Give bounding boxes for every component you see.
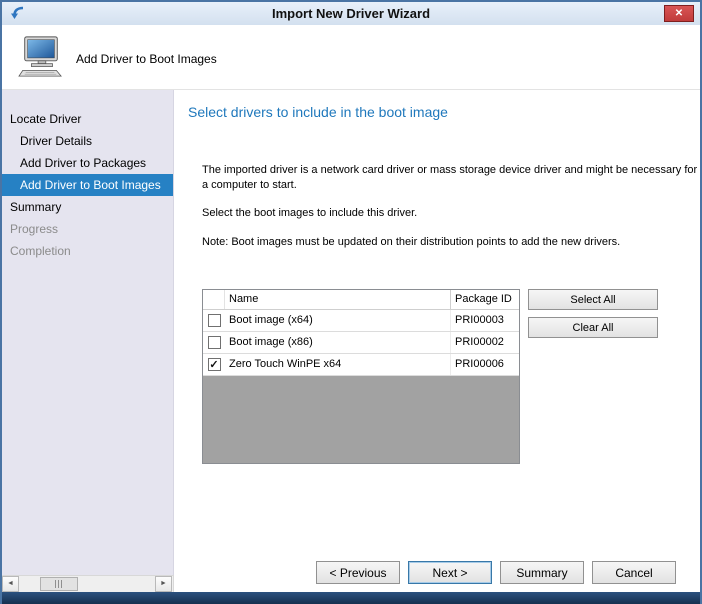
close-button[interactable]: ✕ — [664, 5, 694, 22]
title-bar[interactable]: Import New Driver Wizard ✕ — [2, 2, 700, 26]
checkbox-cell: ✓ — [203, 332, 225, 353]
wizard-step-list: Locate Driver Driver Details Add Driver … — [2, 90, 174, 575]
row-package-id: PRI00003 — [451, 310, 519, 331]
wizard-header: Add Driver to Boot Images — [2, 25, 700, 90]
check-icon: ✓ — [209, 358, 218, 371]
scroll-thumb[interactable] — [40, 577, 78, 591]
table-row[interactable]: ✓ Boot image (x64) PRI00003 — [203, 310, 519, 332]
scroll-right-button[interactable]: ► — [155, 576, 172, 592]
step-add-driver-to-packages[interactable]: Add Driver to Packages — [2, 152, 173, 174]
step-locate-driver[interactable]: Locate Driver — [2, 108, 173, 130]
name-column-header[interactable]: Name — [225, 290, 451, 309]
row-checkbox[interactable]: ✓ — [208, 336, 221, 349]
boot-images-table: Name Package ID ✓ Boot image (x64) PRI00… — [202, 289, 520, 464]
step-summary[interactable]: Summary — [2, 196, 173, 218]
step-add-driver-to-boot-images[interactable]: Add Driver to Boot Images — [2, 174, 173, 196]
checkbox-cell: ✓ — [203, 310, 225, 331]
row-checkbox[interactable]: ✓ — [208, 314, 221, 327]
row-package-id: PRI00006 — [451, 354, 519, 375]
step-progress: Progress — [2, 218, 173, 240]
step-completion: Completion — [2, 240, 173, 262]
wizard-footer-buttons: < Previous Next > Summary Cancel — [316, 561, 676, 584]
grip-icon — [55, 580, 63, 588]
sidebar-horizontal-scrollbar[interactable]: ◄ ► — [2, 575, 174, 592]
select-all-button[interactable]: Select All — [528, 289, 658, 310]
row-name: Boot image (x64) — [225, 310, 451, 331]
wizard-window: Import New Driver Wizard ✕ — [0, 0, 702, 604]
next-button[interactable]: Next > — [408, 561, 492, 584]
row-package-id: PRI00002 — [451, 332, 519, 353]
summary-button[interactable]: Summary — [500, 561, 584, 584]
window-bottom-border — [2, 592, 700, 604]
row-name: Zero Touch WinPE x64 — [225, 354, 451, 375]
computer-icon — [18, 34, 64, 83]
step-driver-details[interactable]: Driver Details — [2, 130, 173, 152]
page-heading: Select drivers to include in the boot im… — [188, 104, 448, 120]
intro-text: The imported driver is a network card dr… — [202, 163, 698, 193]
previous-button[interactable]: < Previous — [316, 561, 400, 584]
package-id-column-header[interactable]: Package ID — [451, 290, 519, 309]
clear-all-button[interactable]: Clear All — [528, 317, 658, 338]
wizard-page-title: Add Driver to Boot Images — [76, 52, 217, 66]
close-icon: ✕ — [675, 8, 683, 19]
table-row[interactable]: ✓ Zero Touch WinPE x64 PRI00006 — [203, 354, 519, 376]
table-row[interactable]: ✓ Boot image (x86) PRI00002 — [203, 332, 519, 354]
row-checkbox[interactable]: ✓ — [208, 358, 221, 371]
instruction-text: Select the boot images to include this d… — [202, 206, 698, 221]
checkbox-column-header — [203, 290, 225, 309]
window-title: Import New Driver Wizard — [2, 2, 700, 25]
checkbox-cell: ✓ — [203, 354, 225, 375]
table-header: Name Package ID — [203, 290, 519, 310]
cancel-button[interactable]: Cancel — [592, 561, 676, 584]
row-name: Boot image (x86) — [225, 332, 451, 353]
note-text: Note: Boot images must be updated on the… — [202, 235, 698, 250]
wizard-content: Select drivers to include in the boot im… — [174, 90, 700, 592]
scroll-left-button[interactable]: ◄ — [2, 576, 19, 592]
